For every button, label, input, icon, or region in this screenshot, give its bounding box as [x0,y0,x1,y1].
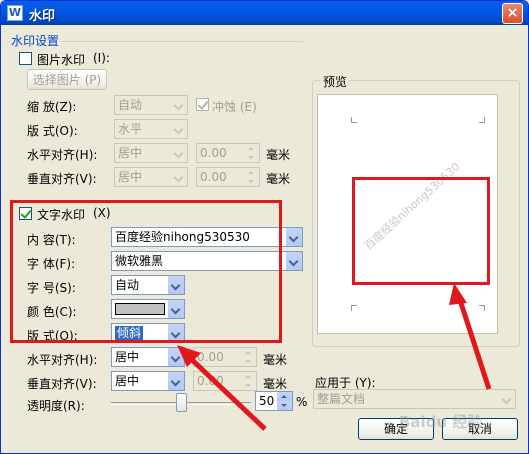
window-title: 水印 [29,9,56,24]
chevron-down-icon [167,276,184,294]
chevron-down-icon [498,390,515,408]
text-watermark-label: 文字水印 [37,208,86,222]
color-select[interactable] [111,299,185,319]
picture-v-align-label: 垂直对齐(V): [27,172,97,186]
content-value: 百度经验nihong530530 [115,230,250,244]
picture-v-offset-value: 0.00 [200,170,227,184]
text-h-align-select[interactable]: 居中 [111,347,185,367]
text-h-offset-value: 0.00 [197,350,224,364]
preview-title: 预览 [321,73,350,90]
text-layout-select[interactable]: 倾斜 [111,323,185,343]
picture-layout-label: 版 式(O): [27,124,78,138]
picture-watermark-label: 图片水印 [37,53,86,67]
size-select[interactable]: 自动 [111,275,185,295]
title-bar[interactable]: W 水印 × [1,1,528,25]
text-layout-value: 倾斜 [115,326,144,340]
apply-to-value: 整篇文档 [317,392,366,406]
picture-watermark-checkbox[interactable] [19,52,32,65]
close-button[interactable]: × [502,3,523,24]
scale-select[interactable]: 自动 [114,95,188,115]
close-icon: × [506,5,519,21]
picture-v-unit: 毫米 [266,172,291,186]
spin-up-icon [241,372,256,381]
scale-label: 缩 放(Z): [27,100,77,114]
page-corner-mark [479,305,485,311]
spin-down-icon [244,153,259,162]
text-v-offset-spinner[interactable]: 0.00 [193,371,257,391]
content-input[interactable]: 百度经验nihong530530 [111,227,303,247]
text-watermark-hotkey: (X) [93,206,111,220]
chevron-down-icon [167,348,184,366]
picture-watermark-hotkey: (I): [93,51,110,65]
spin-down-icon [241,357,256,366]
apply-to-select[interactable]: 整篇文档 [313,389,516,409]
spin-up-icon [241,348,256,357]
transparency-unit: % [296,395,308,409]
page-corner-mark [479,117,485,123]
page-corner-mark [351,117,357,123]
chevron-down-icon [167,324,184,342]
watermark-dialog: W 水印 × 水印设置 图片水印 (I): 选择图片 (P) 缩 放(Z): 自… [0,0,529,454]
chevron-down-icon [170,96,187,114]
chevron-down-icon [170,120,187,138]
site-watermark: Baidu 经验 [399,413,483,431]
spin-up-icon [244,168,259,177]
spin-down-icon [241,381,256,390]
text-v-align-value: 居中 [115,374,140,388]
washout-checkbox[interactable] [196,98,209,111]
text-v-align-select[interactable]: 居中 [111,371,185,391]
picture-h-align-select[interactable]: 居中 [114,143,188,163]
text-v-unit: 毫米 [263,377,288,391]
chevron-down-icon [285,228,302,246]
font-label: 字 体(F): [27,257,76,271]
text-h-align-value: 居中 [115,350,140,364]
scale-value: 自动 [118,98,143,112]
size-value: 自动 [115,278,140,292]
picture-v-align-select[interactable]: 居中 [114,167,188,187]
spin-down-icon [277,401,292,410]
content-label: 内 容(T): [27,233,76,247]
font-value: 微软雅黑 [115,254,164,268]
text-v-align-label: 垂直对齐(V): [27,377,97,391]
transparency-value: 50 [259,394,275,408]
choose-picture-button[interactable]: 选择图片 (P) [27,69,107,90]
picture-v-align-value: 居中 [118,170,143,184]
font-select[interactable]: 微软雅黑 [111,251,303,271]
picture-h-align-label: 水平对齐(H): [27,148,98,162]
text-h-align-label: 水平对齐(H): [27,353,98,367]
text-h-offset-spinner[interactable]: 0.00 [193,347,257,367]
preview-page: 百度经验nihong530530 [317,94,498,334]
spin-up-icon [277,392,292,401]
app-icon: W [7,5,23,21]
spin-down-icon [244,177,259,186]
text-watermark-checkbox[interactable] [19,207,32,220]
washout-label: 冲蚀 (E) [212,100,257,114]
preview-watermark-text: 百度经验nihong530530 [361,160,463,253]
watermark-settings-title: 水印设置 [9,32,62,49]
chevron-down-icon [167,372,184,390]
spin-up-icon [244,144,259,153]
picture-h-offset-value: 0.00 [200,146,227,160]
picture-h-offset-spinner[interactable]: 0.00 [196,143,260,163]
text-h-unit: 毫米 [263,353,288,367]
picture-h-unit: 毫米 [266,148,291,162]
text-v-offset-value: 0.00 [197,374,224,388]
picture-layout-value: 水平 [118,122,143,136]
page-corner-mark [351,305,357,311]
chevron-down-icon [170,168,187,186]
size-label: 字 号(S): [27,281,76,295]
picture-v-offset-spinner[interactable]: 0.00 [196,167,260,187]
transparency-spinner[interactable]: 50 [255,391,293,411]
text-layout-label: 版 式(O): [27,329,78,343]
color-label: 颜 色(C): [27,305,77,319]
color-swatch [115,303,165,315]
chevron-down-icon [285,252,302,270]
chevron-down-icon [167,300,184,318]
picture-layout-select[interactable]: 水平 [114,119,188,139]
picture-h-align-value: 居中 [118,146,143,160]
transparency-label: 透明度(R): [27,399,85,413]
transparency-slider-thumb[interactable] [175,393,187,412]
chevron-down-icon [170,144,187,162]
